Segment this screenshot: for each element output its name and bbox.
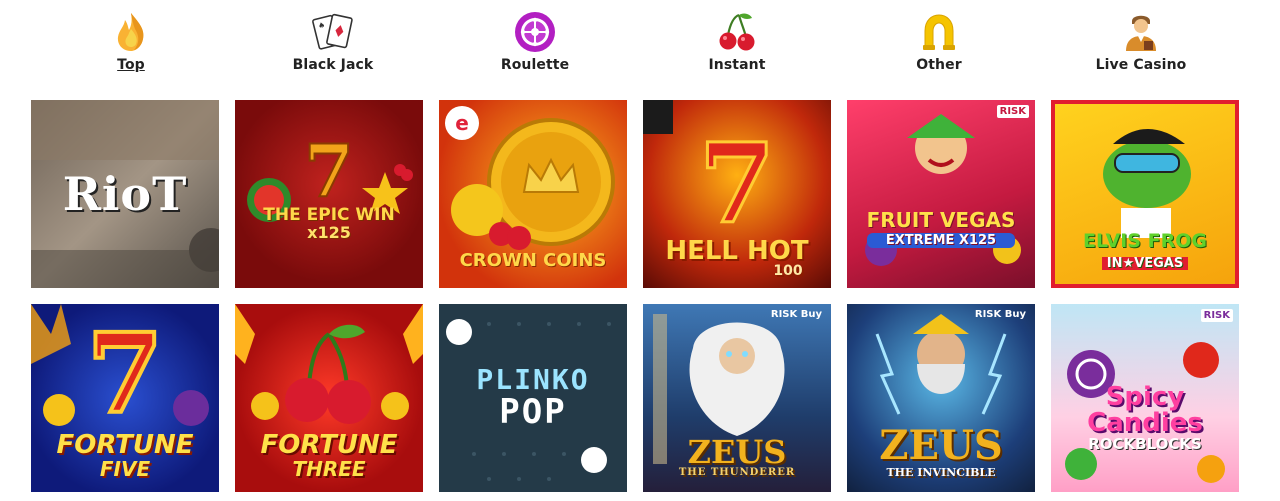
category-label: Roulette (500, 57, 570, 73)
category-label: Black Jack (292, 57, 374, 73)
category-nav: Top ♠ Black Jack Roulette Instant Other … (0, 0, 1280, 90)
risk-badge: RISK (996, 105, 1029, 118)
game-subtitle: Rockblocks (1088, 434, 1202, 453)
category-black-jack[interactable]: ♠ Black Jack (263, 10, 403, 73)
game-title: Zeus The Thunderer (678, 432, 796, 479)
playing-cards-icon: ♠ (311, 10, 355, 54)
category-instant[interactable]: Instant (667, 10, 807, 73)
game-subtitle: in★Vegas (1101, 256, 1189, 270)
game-subtitle: The Invincible (886, 465, 996, 479)
risk-buy-badge: RISK Buy (770, 309, 822, 320)
game-subtitle: The Thunderer (678, 467, 796, 479)
category-label: Top (117, 57, 145, 73)
game-tile-hell-hot[interactable]: 7 Hell Hot 100 (643, 100, 831, 288)
category-top[interactable]: Top (61, 10, 201, 73)
game-title: Plinko Pop (476, 366, 589, 432)
game-title: Zeus The Invincible (879, 425, 1002, 479)
game-tile-riot[interactable]: RioT (31, 100, 219, 288)
game-title: Fortune Five (56, 432, 193, 479)
category-roulette[interactable]: Roulette (465, 10, 605, 73)
category-label: Live Casino (1095, 57, 1187, 73)
horseshoe-icon (917, 10, 961, 54)
cherries-icon (715, 10, 759, 54)
game-subtitle: Three (292, 456, 366, 481)
game-tile-plinko-pop[interactable]: Plinko Pop (439, 304, 627, 492)
game-title: Hell Hot 100 (665, 235, 809, 280)
game-title: The Epic Win x125 (263, 207, 394, 241)
game-title: Spicy Candies Rockblocks (1051, 384, 1239, 452)
game-title: Crown Coins (459, 250, 607, 272)
category-live-casino[interactable]: Live Casino (1071, 10, 1211, 73)
game-title: Elvis Frog in★Vegas (1055, 230, 1235, 271)
game-tile-the-epic-win[interactable]: 7 The Epic Win x125 (235, 100, 423, 288)
game-title-text: Zeus (879, 421, 1003, 469)
game-subtitle: Extreme x125 (866, 232, 1016, 248)
flame-icon (109, 10, 153, 54)
risk-buy-badge: RISK Buy (974, 309, 1026, 320)
game-art: 7 (247, 127, 413, 222)
category-label: Other (916, 57, 962, 73)
game-title: Fruit Vegas Extreme x125 (866, 208, 1016, 248)
game-title: Fortune Three (260, 432, 397, 479)
svg-text:7: 7 (87, 309, 164, 438)
game-title-text: Hell Hot (665, 235, 809, 266)
svg-text:7: 7 (304, 128, 354, 213)
game-subtitle: x125 (307, 222, 351, 242)
game-tile-fruit-vegas[interactable]: RISK Fruit Vegas Extreme x125 (847, 100, 1035, 288)
game-title-text: Spicy Candies (1087, 381, 1203, 439)
provider-logo-icon: e (445, 106, 479, 140)
game-title-text: Elvis Frog (1083, 230, 1207, 253)
roulette-icon (513, 10, 557, 54)
game-title: RioT (62, 166, 188, 221)
game-tile-fortune-five[interactable]: 7 Fortune Five (31, 304, 219, 492)
game-tile-zeus-invincible[interactable]: RISK Buy Zeus The Invincible (847, 304, 1035, 492)
game-title-text: Fortune (260, 430, 398, 461)
category-label: Instant (708, 57, 766, 73)
game-tile-fortune-three[interactable]: Fortune Three (235, 304, 423, 492)
game-subtitle: Five (99, 456, 151, 481)
game-subtitle: Pop (499, 391, 567, 432)
category-other[interactable]: Other (869, 10, 1009, 73)
game-art (865, 114, 1021, 266)
game-tile-elvis-frog[interactable]: Elvis Frog in★Vegas (1051, 100, 1239, 288)
dealer-icon (1119, 10, 1163, 54)
game-title-text: Fruit Vegas (866, 208, 1016, 233)
game-subtitle: 100 (773, 263, 803, 280)
game-title-text: Zeus (687, 432, 787, 471)
game-tile-zeus-thunderer[interactable]: RISK Buy Zeus The Thunderer (643, 304, 831, 492)
game-tile-spicy-candies[interactable]: RISK Spicy Candies Rockblocks (1051, 304, 1239, 492)
risk-badge: RISK (1200, 309, 1233, 322)
game-tile-crown-coins[interactable]: e Crown Coins (439, 100, 627, 288)
game-title-text: Fortune (56, 430, 194, 461)
svg-text:7: 7 (699, 119, 776, 248)
